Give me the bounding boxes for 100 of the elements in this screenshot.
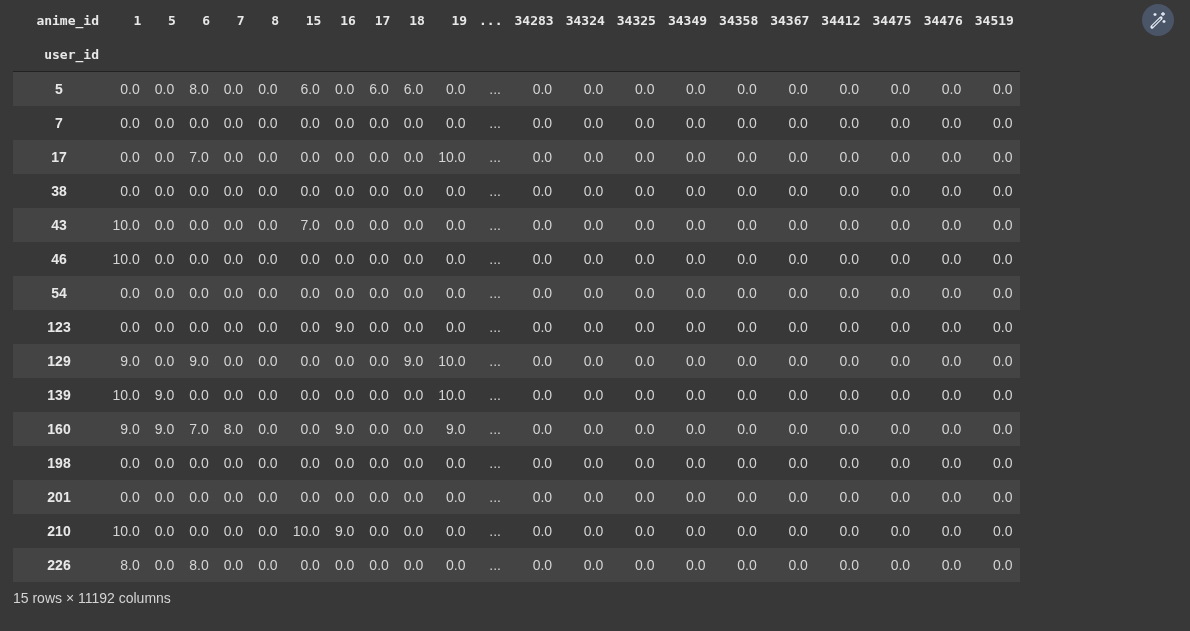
table-cell: 9.0 [334, 421, 355, 437]
table-cell: 0.0 [334, 455, 355, 471]
row-index: 46 [51, 251, 67, 267]
table-cell: 8.0 [223, 421, 244, 437]
table-cell: 0.0 [583, 523, 604, 539]
table-cell: 0.0 [154, 183, 175, 199]
table-cell: 0.0 [334, 149, 355, 165]
table-cell: 0.0 [403, 523, 424, 539]
table-cell: 0.0 [532, 455, 553, 471]
row-index: 139 [47, 387, 71, 403]
row-index: 201 [47, 489, 71, 505]
table-cell: 0.0 [737, 149, 757, 165]
table-cell: 0.0 [403, 149, 424, 165]
table-cell: 0.0 [223, 319, 244, 335]
table-cell: 0.0 [992, 455, 1013, 471]
table-cell: 9.0 [446, 421, 466, 437]
table-cell: 0.0 [369, 557, 389, 573]
table-cell: 7.0 [189, 421, 209, 437]
table-cell: 0.0 [446, 251, 466, 267]
table-cell: 0.0 [583, 149, 604, 165]
table-cell: 0.0 [189, 387, 209, 403]
table-cell: 0.0 [300, 319, 320, 335]
row-index: 5 [55, 81, 63, 97]
table-cell: 0.0 [154, 285, 175, 301]
table-cell: 0.0 [258, 523, 278, 539]
table-cell: 0.0 [369, 149, 389, 165]
table-cell: 0.0 [634, 217, 655, 233]
table-cell: 0.0 [839, 251, 859, 267]
table-cell: ... [489, 183, 501, 199]
table-cell: 0.0 [300, 183, 320, 199]
table-cell: 0.0 [634, 115, 655, 131]
table-cell: 0.0 [737, 285, 757, 301]
table-cell: 0.0 [223, 387, 244, 403]
table-cell: 9.0 [403, 353, 424, 369]
table-cell: 0.0 [686, 183, 706, 199]
table-cell: ... [489, 353, 501, 369]
table-cell: 9.0 [334, 319, 355, 335]
table-cell: 0.0 [223, 523, 244, 539]
column-header: 34476 [923, 13, 963, 28]
table-cell: 0.0 [223, 489, 244, 505]
table-cell: 0.0 [634, 149, 655, 165]
column-header: 15 [305, 13, 322, 28]
table-cell: 0.0 [446, 115, 466, 131]
table-cell: 0.0 [890, 149, 911, 165]
table-cell: 0.0 [258, 217, 278, 233]
table-cell: 10.0 [438, 387, 466, 403]
table-cell: 0.0 [890, 421, 911, 437]
table-cell: 0.0 [154, 115, 175, 131]
table-cell: 0.0 [941, 217, 962, 233]
table-cell: 0.0 [686, 557, 706, 573]
table-cell: 0.0 [258, 421, 278, 437]
table-cell: ... [489, 489, 501, 505]
column-header: 34324 [565, 13, 605, 28]
table-cell: 0.0 [737, 251, 757, 267]
table-cell: 0.0 [686, 217, 706, 233]
table-cell: 0.0 [992, 115, 1013, 131]
table-cell: 0.0 [258, 183, 278, 199]
table-cell: 0.0 [258, 319, 278, 335]
table-cell: 0.0 [686, 489, 706, 505]
table-cell: 0.0 [686, 319, 706, 335]
magic-wand-button[interactable] [1142, 4, 1174, 36]
table-cell: 0.0 [737, 319, 757, 335]
table-cell: 0.0 [300, 387, 320, 403]
table-cell: 0.0 [583, 557, 604, 573]
table-cell: 0.0 [992, 149, 1013, 165]
table-cell: 0.0 [300, 251, 320, 267]
row-index: 38 [51, 183, 67, 199]
column-header: 34358 [719, 13, 759, 28]
table-cell: 0.0 [788, 489, 808, 505]
table-cell: 0.0 [583, 183, 604, 199]
table-cell: 0.0 [737, 387, 757, 403]
table-cell: 0.0 [686, 523, 706, 539]
table-cell: 0.0 [532, 285, 553, 301]
table-cell: 0.0 [189, 489, 209, 505]
table-cell: 0.0 [737, 183, 757, 199]
table-cell: 0.0 [737, 217, 757, 233]
row-index: 43 [51, 217, 67, 233]
table-cell: 0.0 [334, 115, 355, 131]
table-cell: 8.0 [120, 557, 140, 573]
table-cell: 0.0 [258, 387, 278, 403]
table-cell: 0.0 [788, 115, 808, 131]
table-cell: 0.0 [154, 557, 175, 573]
column-header: 7 [236, 13, 245, 28]
table-cell: 0.0 [634, 421, 655, 437]
table-cell: 0.0 [839, 183, 859, 199]
column-header: 17 [374, 13, 391, 28]
table-cell: 0.0 [941, 183, 962, 199]
table-cell: 0.0 [992, 523, 1013, 539]
table-cell: 0.0 [634, 387, 655, 403]
table-cell: 0.0 [189, 455, 209, 471]
table-cell: 0.0 [532, 387, 553, 403]
table-cell: 0.0 [890, 557, 911, 573]
table-cell: 0.0 [634, 523, 655, 539]
table-cell: 0.0 [839, 319, 859, 335]
row-index: 160 [47, 421, 71, 437]
table-cell: 0.0 [189, 115, 209, 131]
table-cell: 0.0 [583, 81, 604, 97]
table-cell: 0.0 [686, 353, 706, 369]
table-cell: 0.0 [788, 285, 808, 301]
table-cell: 10.0 [438, 353, 466, 369]
